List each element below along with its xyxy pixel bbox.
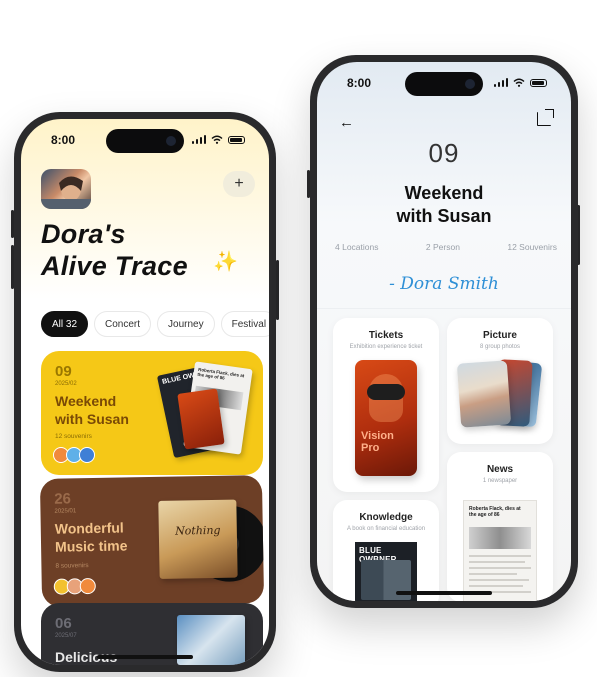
avatar[interactable]	[41, 169, 91, 209]
album-list-screen: 8:00 + Dora's Alive Trace ✨ All 32 Conce…	[21, 119, 269, 665]
card-date: 2025/02	[55, 381, 77, 387]
tile-knowledge[interactable]: Knowledge A book on financial education …	[333, 500, 439, 601]
chip-all[interactable]: All 32	[41, 311, 89, 337]
participant-emojis	[53, 447, 95, 463]
card-title: Wonderful Music time	[55, 519, 128, 555]
vision-pro-ticket: Vision Pro	[355, 360, 417, 476]
tile-title: News	[486, 464, 514, 475]
chip-concert[interactable]: Concert	[94, 311, 152, 337]
tile-news[interactable]: News 1 newspaper Roberta Flack, dies at …	[447, 452, 553, 601]
chip-festival[interactable]: Festival	[220, 311, 269, 337]
wifi-icon	[513, 78, 525, 87]
tile-tickets[interactable]: Tickets Exhibition experience ticket Vis…	[333, 318, 439, 492]
status-time: 8:00	[51, 133, 76, 147]
card-souvenir-count: 12 souvenirs	[55, 433, 92, 440]
album-title-line-1: Weekend	[404, 183, 484, 203]
album-stats: 4 Locations 2 Person 12 Souvenirs	[335, 242, 557, 252]
tile-title: Knowledge	[359, 512, 413, 523]
signature: - Dora Smith	[389, 274, 499, 294]
add-button[interactable]: +	[223, 171, 255, 197]
stat-persons: 2 Person	[425, 242, 460, 252]
back-arrow-icon[interactable]: ←	[339, 114, 354, 131]
tile-subtitle: 8 group photos	[479, 344, 521, 350]
wifi-icon	[211, 135, 223, 144]
power-button	[276, 260, 279, 320]
card-date: 2025/01	[54, 508, 77, 515]
title-line-1: Dora's	[41, 219, 126, 249]
album-title-line-2: with Susan	[396, 206, 492, 227]
card-date: 2025/07	[55, 633, 77, 639]
tile-title: Tickets	[368, 330, 404, 341]
album-cover: Nothing	[158, 499, 238, 579]
emoji-face-icon	[79, 577, 96, 595]
chip-journey[interactable]: Journey	[157, 311, 215, 337]
album-number: 09	[428, 138, 460, 168]
filter-chips: All 32 Concert Journey Festival	[41, 311, 269, 337]
signal-icon	[493, 78, 508, 87]
album-card-music[interactable]: 26 2025/01 Wonderful Music time 8 souven…	[39, 475, 265, 607]
album-title: Weekend with Susan	[317, 182, 571, 229]
home-indicator	[97, 655, 193, 659]
card-souvenir-count: 8 souvenirs	[55, 562, 89, 570]
battery-icon	[530, 78, 547, 87]
title-line-2: Alive Trace	[41, 250, 188, 281]
participant-emojis	[53, 577, 96, 595]
edit-share-icon[interactable]	[537, 109, 554, 126]
emoji-image-icon	[79, 447, 95, 463]
album-title: Nothing	[175, 523, 221, 538]
album-detail-screen: 8:00 ← 09 Weekend with Susan 4 Locations…	[317, 62, 571, 601]
newspaper-headline: Roberta Flack, dies at the age of 86	[469, 506, 521, 518]
tile-picture[interactable]: Picture 8 group photos	[447, 318, 553, 444]
photo-woman	[456, 360, 512, 428]
tile-subtitle: 1 newspaper	[482, 478, 518, 484]
card-number: 09	[55, 363, 72, 380]
card-title-line-1: Wonderful	[54, 519, 124, 537]
card-number: 06	[55, 615, 72, 632]
stat-souvenirs: 12 Souvenirs	[507, 242, 557, 252]
vision-ticket-thumb	[177, 388, 225, 450]
tile-subtitle: A book on financial education	[346, 526, 426, 532]
album-card-weekend[interactable]: 09 2025/02 Weekend with Susan 12 souveni…	[41, 351, 263, 475]
left-phone: 8:00 + Dora's Alive Trace ✨ All 32 Conce…	[14, 112, 276, 672]
status-bar: 8:00	[21, 133, 269, 151]
sparkle-icon: ✨	[213, 251, 238, 273]
newspaper-headline: Roberta Flack, dies at the age of 86	[197, 366, 245, 382]
ticket-text: Vision Pro	[361, 430, 394, 454]
card-title: Weekend with Susan	[55, 393, 129, 428]
card-number: 26	[54, 490, 72, 508]
card-title-line-1: Weekend	[55, 393, 117, 409]
ticket-text-line-1: Vision	[361, 430, 394, 442]
signal-icon	[191, 135, 206, 144]
battery-icon	[228, 135, 245, 144]
card-title-line-2: with Susan	[55, 410, 129, 427]
newspaper-photo	[469, 527, 531, 549]
status-bar: 8:00	[317, 76, 571, 94]
card-title-line-2: Music time	[54, 536, 128, 555]
home-indicator	[396, 591, 492, 595]
tile-title: Picture	[483, 330, 517, 341]
stat-locations: 4 Locations	[335, 242, 379, 252]
divider	[317, 308, 571, 309]
tile-subtitle: Exhibition experience ticket	[349, 344, 423, 350]
ticket-text-line-2: Pro	[361, 442, 380, 455]
right-phone: 8:00 ← 09 Weekend with Susan 4 Locations…	[310, 55, 578, 608]
newspaper-thumb: Roberta Flack, dies at the age of 86	[463, 500, 537, 601]
page-title: Dora's Alive Trace	[41, 219, 188, 283]
headset-icon	[367, 384, 405, 400]
status-time: 8:00	[347, 76, 372, 90]
